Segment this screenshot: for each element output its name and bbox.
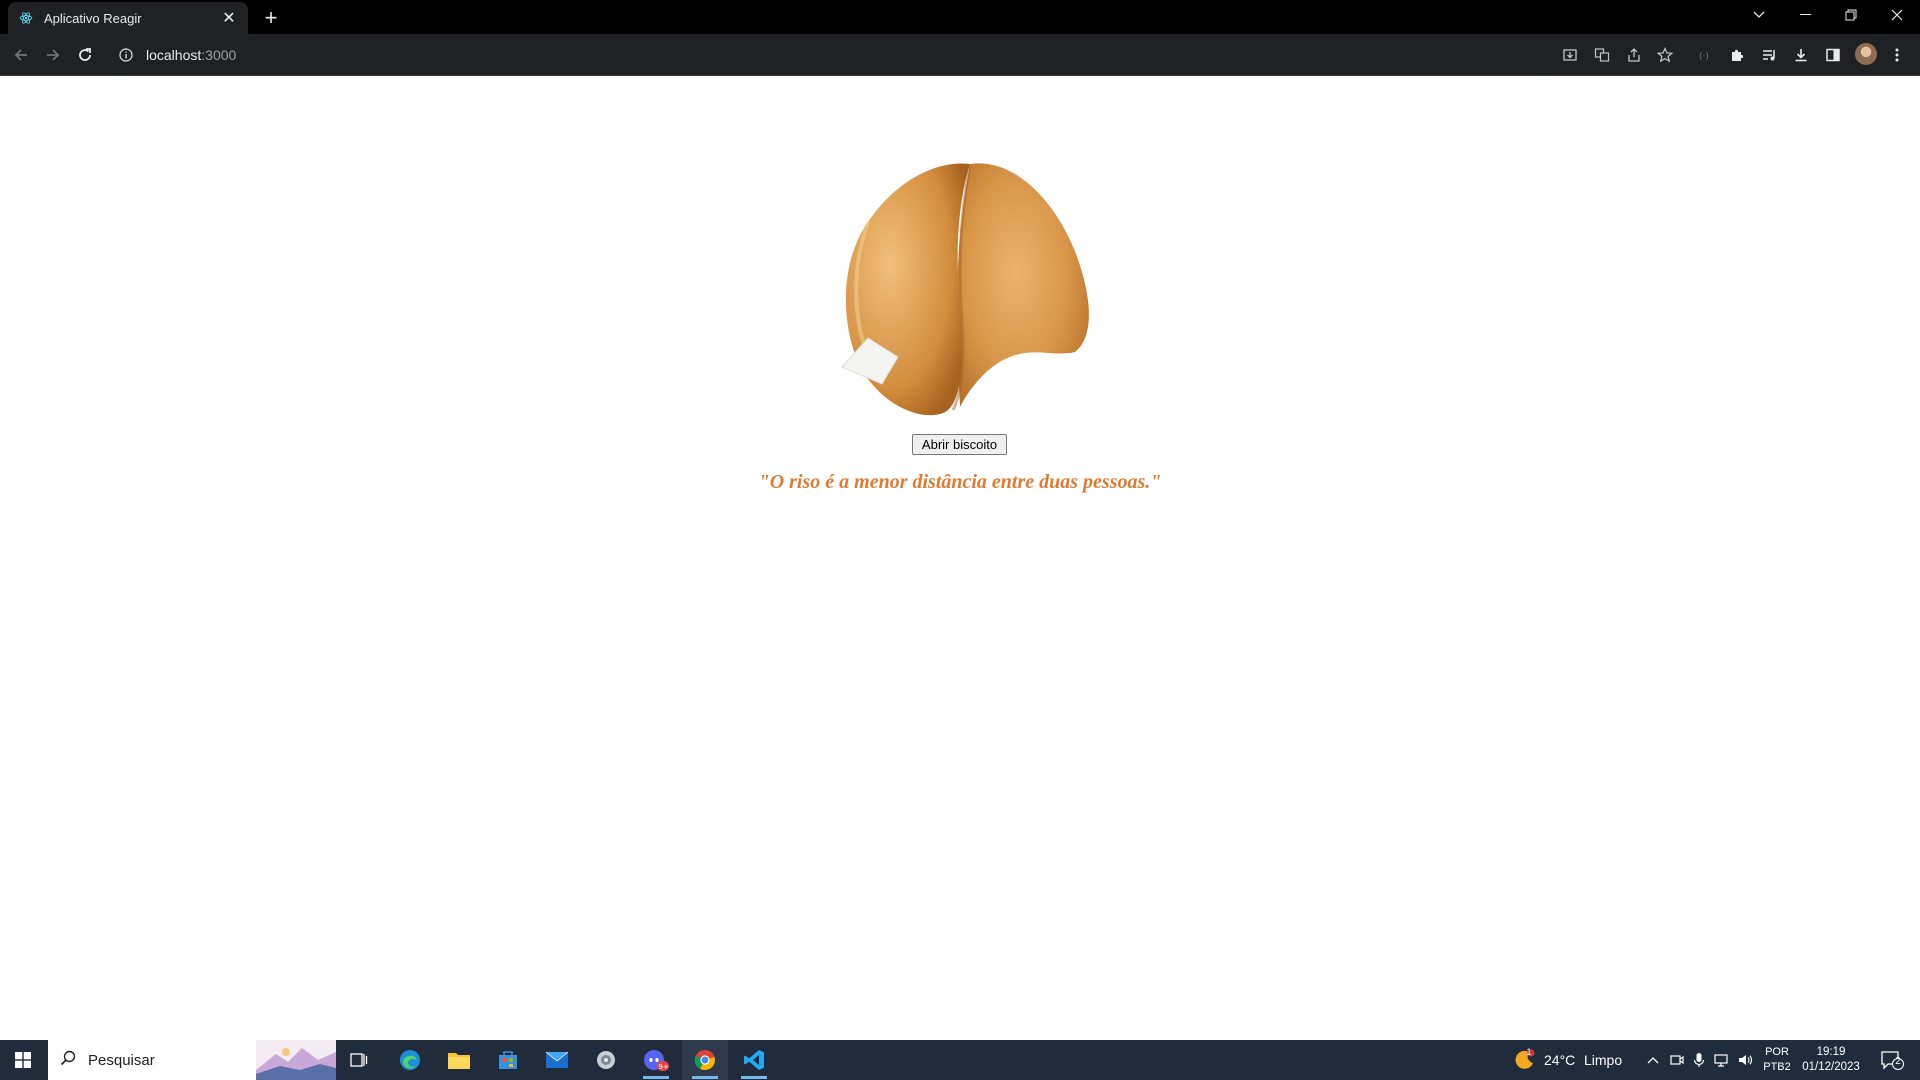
chevron-down-icon[interactable]: [1736, 0, 1782, 30]
back-icon[interactable]: [8, 42, 34, 68]
mail-icon[interactable]: [534, 1040, 580, 1080]
meet-now-icon[interactable]: [1668, 1051, 1686, 1069]
edge-browser-icon[interactable]: [387, 1040, 433, 1080]
page-content: Abrir biscoito "O riso é a menor distânc…: [0, 77, 1920, 1039]
address-bar[interactable]: localhost:3000: [110, 40, 1560, 70]
restore-icon[interactable]: [1828, 0, 1874, 30]
chevron-up-icon[interactable]: [1644, 1051, 1662, 1069]
media-queue-icon[interactable]: [1759, 45, 1779, 65]
install-app-icon[interactable]: [1560, 45, 1580, 65]
search-highlight-illustration: [256, 1040, 336, 1080]
share-icon[interactable]: [1624, 45, 1644, 65]
clock-date: 01/12/2023: [1802, 1061, 1860, 1073]
new-tab-button[interactable]: +: [258, 5, 284, 31]
discord-badge: 9+: [659, 1063, 669, 1071]
notifications-count: 2: [1895, 1056, 1901, 1067]
url-host: localhost: [146, 47, 202, 63]
more-menu-icon[interactable]: [1887, 45, 1907, 65]
clock-time: 19:19: [1816, 1046, 1846, 1058]
app-icon[interactable]: [583, 1040, 629, 1080]
download-icon[interactable]: [1791, 45, 1811, 65]
tab-strip: Aplicativo Reagir ✕ +: [0, 0, 1920, 34]
svg-text:(·): (·): [1699, 52, 1709, 62]
volume-icon[interactable]: [1736, 1051, 1754, 1069]
discord-icon[interactable]: 9+: [633, 1040, 679, 1080]
microsoft-store-icon[interactable]: [485, 1040, 531, 1080]
browser-tab[interactable]: Aplicativo Reagir ✕: [8, 2, 248, 34]
react-icon: [18, 10, 34, 26]
task-view-icon[interactable]: [336, 1040, 382, 1080]
puzzle-extensions-icon[interactable]: [1727, 45, 1747, 65]
url-port: :3000: [201, 47, 237, 63]
language-code: POR: [1765, 1046, 1789, 1058]
minimize-icon[interactable]: [1782, 0, 1828, 30]
close-tab-icon[interactable]: ✕: [220, 9, 238, 27]
file-explorer-icon[interactable]: [436, 1040, 482, 1080]
close-window-icon[interactable]: [1874, 0, 1920, 30]
keyboard-layout: PTB2: [1763, 1061, 1791, 1073]
vscode-icon[interactable]: [731, 1040, 777, 1080]
windows-start-icon[interactable]: [0, 1040, 46, 1080]
chrome-icon[interactable]: [682, 1040, 728, 1080]
search-icon: [60, 1050, 76, 1071]
windows-taskbar: Pesquisar 9+ 1 24°C Limpo POR PTB2 19:19…: [0, 1040, 1920, 1080]
fortune-quote: "O riso é a menor distância entre duas p…: [758, 471, 1162, 493]
fortune-cookie-image: [841, 163, 1089, 416]
weather-condition[interactable]: Limpo: [1584, 1052, 1622, 1068]
forward-icon[interactable]: [40, 42, 66, 68]
browser-toolbar: localhost:3000 (·): [0, 34, 1920, 76]
profile-avatar[interactable]: [1855, 43, 1877, 65]
url-text: localhost:3000: [146, 47, 236, 63]
weather-temp[interactable]: 24°C: [1544, 1052, 1575, 1068]
bookmark-star-icon[interactable]: [1655, 45, 1675, 65]
search-placeholder: Pesquisar: [88, 1051, 155, 1069]
network-icon[interactable]: [1712, 1051, 1730, 1069]
reload-icon[interactable]: [72, 42, 98, 68]
input-language[interactable]: POR PTB2: [1762, 1045, 1792, 1075]
clock[interactable]: 19:19 01/12/2023: [1796, 1045, 1866, 1075]
extension-icon[interactable]: (·): [1696, 45, 1716, 65]
side-panel-icon[interactable]: [1823, 45, 1843, 65]
microphone-icon[interactable]: [1690, 1051, 1708, 1069]
tab-title: Aplicativo Reagir: [44, 10, 142, 26]
translate-icon[interactable]: [1592, 45, 1612, 65]
taskbar-search-input[interactable]: Pesquisar: [48, 1040, 336, 1080]
weather-badge: 1: [1526, 1047, 1532, 1057]
info-icon[interactable]: [118, 47, 134, 63]
open-cookie-button[interactable]: Abrir biscoito: [912, 434, 1007, 455]
